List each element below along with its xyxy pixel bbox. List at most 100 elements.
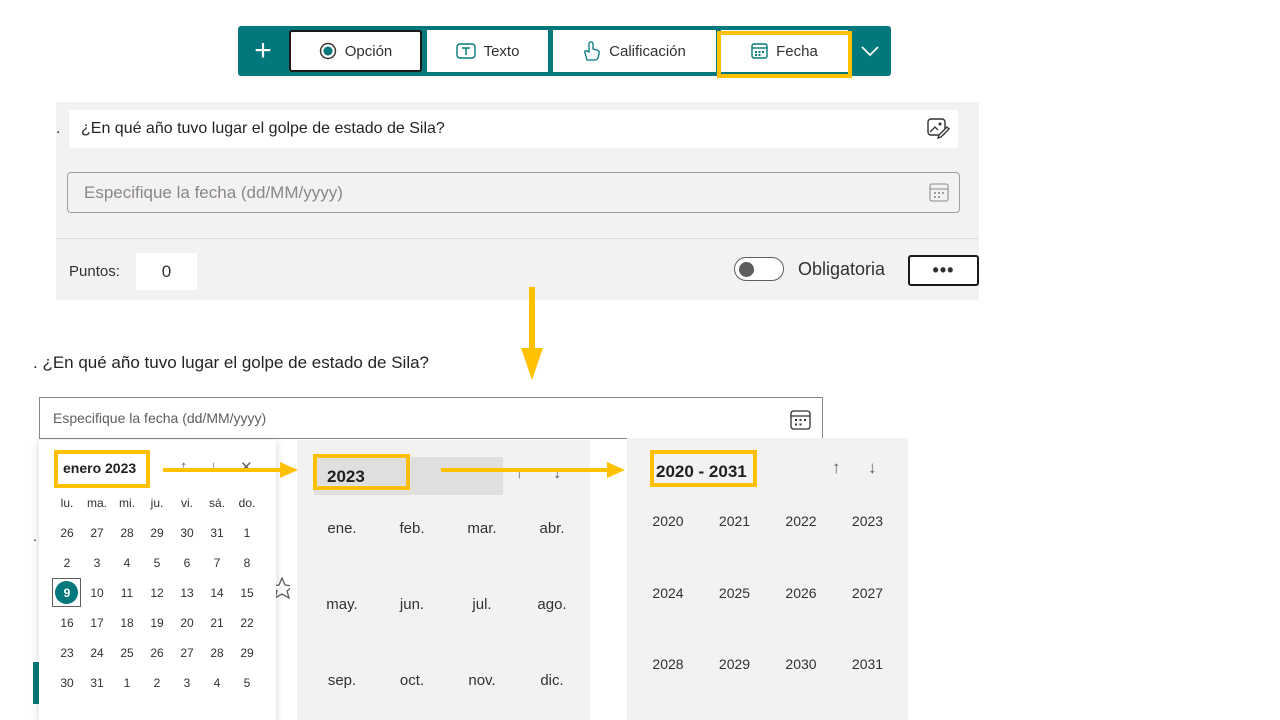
day-cell[interactable]: 8 [232, 556, 262, 570]
day-cell[interactable]: 14 [202, 586, 232, 600]
day-cell[interactable]: 5 [232, 676, 262, 690]
day-cell[interactable]: 30 [52, 676, 82, 690]
day-cell[interactable]: 28 [112, 526, 142, 540]
month-cell[interactable]: ene. [307, 520, 377, 537]
day-cell[interactable]: 27 [172, 646, 202, 660]
day-cell[interactable]: 21 [202, 616, 232, 630]
day-cell[interactable]: 15 [232, 586, 262, 600]
day-cell[interactable]: 2 [142, 676, 172, 690]
points-input[interactable]: 0 [136, 253, 197, 290]
month-cell[interactable]: abr. [517, 520, 587, 537]
day-cell[interactable]: 4 [202, 676, 232, 690]
day-cell[interactable]: 9 [52, 586, 82, 600]
day-cell[interactable]: 5 [142, 556, 172, 570]
month-cell[interactable]: sep. [307, 672, 377, 689]
day-cell[interactable]: 7 [202, 556, 232, 570]
add-question-button[interactable]: + [240, 30, 286, 72]
star-icon [274, 577, 290, 599]
day-cell[interactable]: 11 [112, 586, 142, 600]
day-cell[interactable]: 31 [82, 676, 112, 690]
day-cell[interactable]: 20 [172, 616, 202, 630]
rating-type-button[interactable]: Calificación [553, 30, 716, 72]
chevron-down-icon [860, 46, 879, 57]
month-cell[interactable]: feb. [377, 520, 447, 537]
month-cell[interactable]: mar. [447, 520, 517, 537]
day-cell[interactable]: 27 [82, 526, 112, 540]
text-type-button[interactable]: Texto [427, 30, 548, 72]
day-cell[interactable]: 6 [172, 556, 202, 570]
weekday-label: vi. [181, 496, 193, 510]
year-cell[interactable]: 2023 [838, 513, 898, 529]
prev-month-button[interactable]: ↑ [180, 458, 188, 475]
year-cell[interactable]: 2021 [705, 513, 765, 529]
day-cell[interactable]: 26 [142, 646, 172, 660]
year-cell[interactable]: 2025 [705, 585, 765, 601]
day-cell[interactable]: 1 [232, 526, 262, 540]
next-month-button[interactable]: ↓ [210, 458, 218, 475]
day-cell[interactable]: 28 [202, 646, 232, 660]
more-options-button[interactable]: ••• [908, 255, 979, 286]
choice-type-button[interactable]: Opción [289, 30, 422, 72]
prev-year-button[interactable]: ↑ [515, 463, 524, 483]
next-year-button[interactable]: ↓ [553, 463, 562, 483]
day-cell[interactable]: 23 [52, 646, 82, 660]
side-dot: . [33, 528, 37, 544]
date-answer-field[interactable]: Especifique la fecha (dd/MM/yyyy) [67, 172, 960, 213]
year-cell[interactable]: 2028 [638, 656, 698, 672]
year-cell[interactable]: 2024 [638, 585, 698, 601]
open-calendar-icon[interactable] [790, 410, 811, 430]
day-cell[interactable]: 4 [112, 556, 142, 570]
day-cell[interactable]: 22 [232, 616, 262, 630]
day-cell[interactable]: 2 [52, 556, 82, 570]
preview-question-title: . ¿En qué año tuvo lugar el golpe de est… [33, 353, 430, 372]
day-cell[interactable]: 19 [142, 616, 172, 630]
year-cell[interactable]: 2027 [838, 585, 898, 601]
preview-date-field[interactable]: Especifique la fecha (dd/MM/yyyy) [39, 397, 823, 439]
day-cell[interactable]: 13 [172, 586, 202, 600]
day-cell[interactable]: 26 [52, 526, 82, 540]
insert-media-icon[interactable] [926, 117, 950, 140]
day-cell[interactable]: 25 [112, 646, 142, 660]
flow-arrow-2-head [607, 462, 625, 478]
year-cell[interactable]: 2029 [705, 656, 765, 672]
day-cell[interactable]: 31 [202, 526, 232, 540]
day-cell[interactable]: 3 [82, 556, 112, 570]
year-cell[interactable]: 2020 [638, 513, 698, 529]
flow-arrow-down-head [521, 348, 543, 380]
day-cell[interactable]: 3 [172, 676, 202, 690]
year-range-label: 2020 - 2031 [656, 462, 747, 481]
next-decade-button[interactable]: ↓ [868, 458, 877, 478]
day-cell[interactable]: 29 [232, 646, 262, 660]
question-title-input[interactable]: ¿En qué año tuvo lugar el golpe de estad… [69, 110, 958, 148]
year-cell[interactable]: 2031 [838, 656, 898, 672]
month-cell[interactable]: nov. [447, 672, 517, 689]
day-cell[interactable]: 17 [82, 616, 112, 630]
day-cell[interactable]: 24 [82, 646, 112, 660]
day-cell[interactable]: 1 [112, 676, 142, 690]
weekday-label: lu. [60, 496, 74, 510]
weekday-label: sá. [208, 496, 225, 510]
more-types-button[interactable] [852, 30, 887, 72]
day-cell[interactable]: 16 [52, 616, 82, 630]
month-cell[interactable]: ago. [517, 596, 587, 613]
date-type-button[interactable]: Fecha [721, 30, 848, 72]
year-cell[interactable]: 2030 [771, 656, 831, 672]
month-cell[interactable]: jul. [447, 596, 517, 613]
month-year-header-button[interactable]: enero 2023 [63, 460, 136, 476]
close-calendar-button[interactable]: ✕ [240, 458, 253, 476]
month-cell[interactable]: may. [307, 596, 377, 613]
day-cell[interactable]: 10 [82, 586, 112, 600]
day-cell[interactable]: 29 [142, 526, 172, 540]
year-cell[interactable]: 2022 [771, 513, 831, 529]
month-cell[interactable]: oct. [377, 672, 447, 689]
month-cell[interactable]: dic. [517, 672, 587, 689]
weekday-label: mi. [119, 496, 135, 510]
year-cell[interactable]: 2026 [771, 585, 831, 601]
date-type-label: Fecha [776, 42, 818, 60]
text-icon [455, 43, 476, 59]
day-cell[interactable]: 30 [172, 526, 202, 540]
day-cell[interactable]: 12 [142, 586, 172, 600]
prev-decade-button[interactable]: ↑ [832, 458, 841, 478]
day-cell[interactable]: 18 [112, 616, 142, 630]
month-cell[interactable]: jun. [377, 596, 447, 613]
